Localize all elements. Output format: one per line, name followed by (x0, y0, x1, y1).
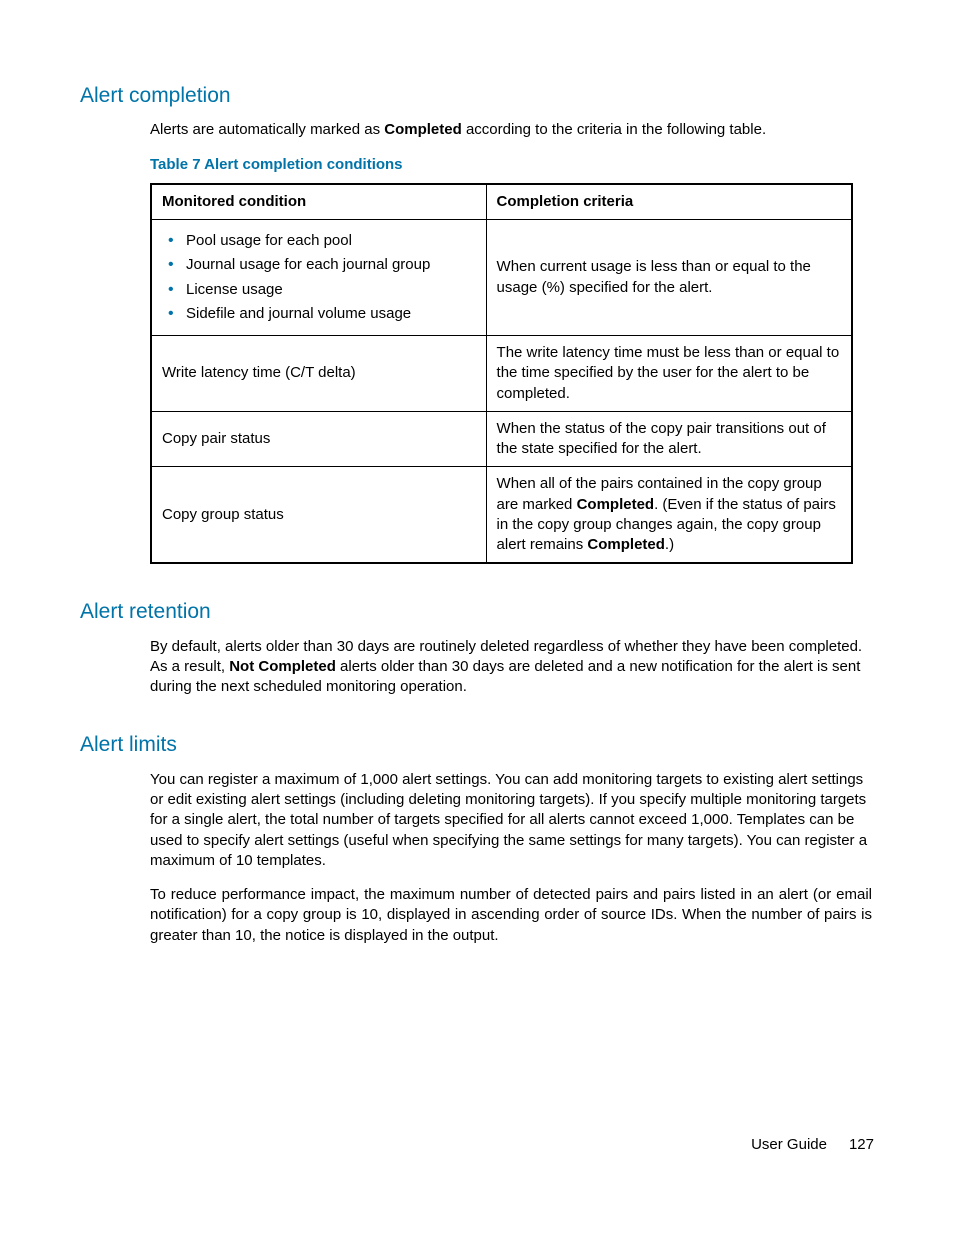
cell-condition: Pool usage for each pool Journal usage f… (151, 220, 486, 336)
table-row: Copy group status When all of the pairs … (151, 467, 852, 564)
list-item: Sidefile and journal volume usage (162, 304, 476, 324)
heading-alert-limits: Alert limits (80, 731, 874, 759)
alert-limits-para1: You can register a maximum of 1,000 aler… (150, 770, 872, 871)
text: Alerts are automatically marked as (150, 121, 384, 138)
cell-criteria: When all of the pairs contained in the c… (486, 467, 852, 564)
heading-alert-completion: Alert completion (80, 82, 874, 110)
text: To reduce performance impact, the maximu… (150, 886, 872, 944)
list-item: Journal usage for each journal group (162, 255, 476, 275)
text-bold-not-completed: Not Completed (229, 658, 336, 675)
table-caption: Table 7 Alert completion conditions (150, 155, 872, 175)
page-footer: User Guide 127 (751, 1135, 874, 1155)
cell-condition: Copy pair status (151, 411, 486, 467)
text-bold-completed: Completed (384, 121, 462, 138)
footer-label: User Guide (751, 1136, 827, 1153)
list-item: Pool usage for each pool (162, 231, 476, 251)
cell-condition: Write latency time (C/T delta) (151, 336, 486, 412)
text: is displayed in the output. (329, 927, 498, 944)
text: according to the criteria in the followi… (462, 121, 766, 138)
list-item: License usage (162, 280, 476, 300)
cell-criteria: When current usage is less than or equal… (486, 220, 852, 336)
footer-page-number: 127 (849, 1136, 874, 1153)
text-bold-completed: Completed (577, 496, 655, 513)
alert-completion-intro: Alerts are automatically marked as Compl… (150, 120, 872, 140)
th-completion-criteria: Completion criteria (486, 184, 852, 220)
table-row: Write latency time (C/T delta) The write… (151, 336, 852, 412)
th-monitored-condition: Monitored condition (151, 184, 486, 220)
table-row: Pool usage for each pool Journal usage f… (151, 220, 852, 336)
alert-completion-table: Monitored condition Completion criteria … (150, 183, 853, 565)
alert-limits-para2: To reduce performance impact, the maximu… (150, 885, 872, 946)
condition-bullet-list: Pool usage for each pool Journal usage f… (162, 231, 476, 324)
alert-retention-body: By default, alerts older than 30 days ar… (150, 637, 872, 698)
table-header-row: Monitored condition Completion criteria (151, 184, 852, 220)
text: .) (665, 536, 674, 553)
cell-criteria: The write latency time must be less than… (486, 336, 852, 412)
cell-condition: Copy group status (151, 467, 486, 564)
table-row: Copy pair status When the status of the … (151, 411, 852, 467)
cell-criteria: When the status of the copy pair transit… (486, 411, 852, 467)
heading-alert-retention: Alert retention (80, 598, 874, 626)
text-bold-completed: Completed (587, 536, 665, 553)
